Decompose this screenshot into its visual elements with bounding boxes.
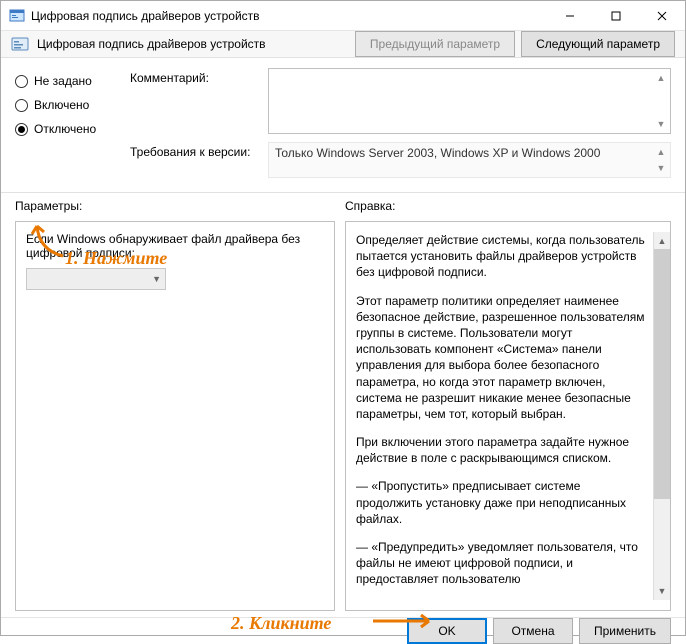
behavior-dropdown[interactable]: ▼ [26,268,166,290]
ok-button[interactable]: OK [407,618,487,644]
annotation-step2: 2. Кликните [231,613,331,634]
radio-icon [15,99,28,112]
titlebar: Цифровая подпись драйверов устройств [1,1,685,31]
scroll-down-icon[interactable]: ▼ [654,583,670,600]
comment-label: Комментарий: [130,68,260,85]
scroll-down-icon[interactable]: ▼ [654,117,668,131]
radio-icon [15,123,28,136]
minimize-button[interactable] [547,1,593,31]
app-icon [9,8,25,24]
radio-label: Не задано [34,74,92,88]
cancel-button[interactable]: Отмена [493,618,573,644]
state-radio-group: Не задано Включено Отключено [15,68,120,178]
scroll-up-icon[interactable]: ▲ [654,71,668,85]
next-setting-button[interactable]: Следующий параметр [521,31,675,57]
radio-label: Включено [34,98,89,112]
help-text: Определяет действие системы, когда польз… [356,232,653,600]
help-header: Справка: [345,199,395,213]
chevron-down-icon: ▼ [152,274,161,284]
radio-not-configured[interactable]: Не задано [15,74,120,88]
scroll-down-icon[interactable]: ▼ [654,161,668,175]
close-button[interactable] [639,1,685,31]
params-text: Если Windows обнаруживает файл драйвера … [26,232,324,260]
dialog-footer: 2. Кликните OK Отмена Применить [1,617,685,644]
window-title: Цифровая подпись драйверов устройств [31,9,260,23]
dialog-header: Цифровая подпись драйверов устройств Пре… [1,31,685,58]
requirements-value: Только Windows Server 2003, Windows XP и… [275,146,600,160]
radio-enabled[interactable]: Включено [15,98,120,112]
dialog-window: Цифровая подпись драйверов устройств [0,0,686,636]
scrollbar[interactable]: ▲ ▼ [653,232,670,600]
help-panel: Определяет действие системы, когда польз… [345,221,671,611]
scroll-up-icon[interactable]: ▲ [654,145,668,159]
params-header: Параметры: [15,199,345,213]
maximize-button[interactable] [593,1,639,31]
prev-setting-button[interactable]: Предыдущий параметр [355,31,515,57]
params-panel: Если Windows обнаруживает файл драйвера … [15,221,335,611]
comment-textarea[interactable]: ▲ ▼ [268,68,671,134]
requirements-label: Требования к версии: [130,142,260,159]
radio-icon [15,75,28,88]
dialog-body: Не задано Включено Отключено Комментарий… [1,58,685,617]
scroll-up-icon[interactable]: ▲ [654,232,670,249]
scroll-thumb[interactable] [654,249,670,499]
radio-disabled[interactable]: Отключено [15,122,120,136]
apply-button[interactable]: Применить [579,618,671,644]
policy-icon [11,35,29,53]
radio-label: Отключено [34,122,96,136]
policy-title: Цифровая подпись драйверов устройств [37,37,266,51]
requirements-box: Только Windows Server 2003, Windows XP и… [268,142,671,178]
